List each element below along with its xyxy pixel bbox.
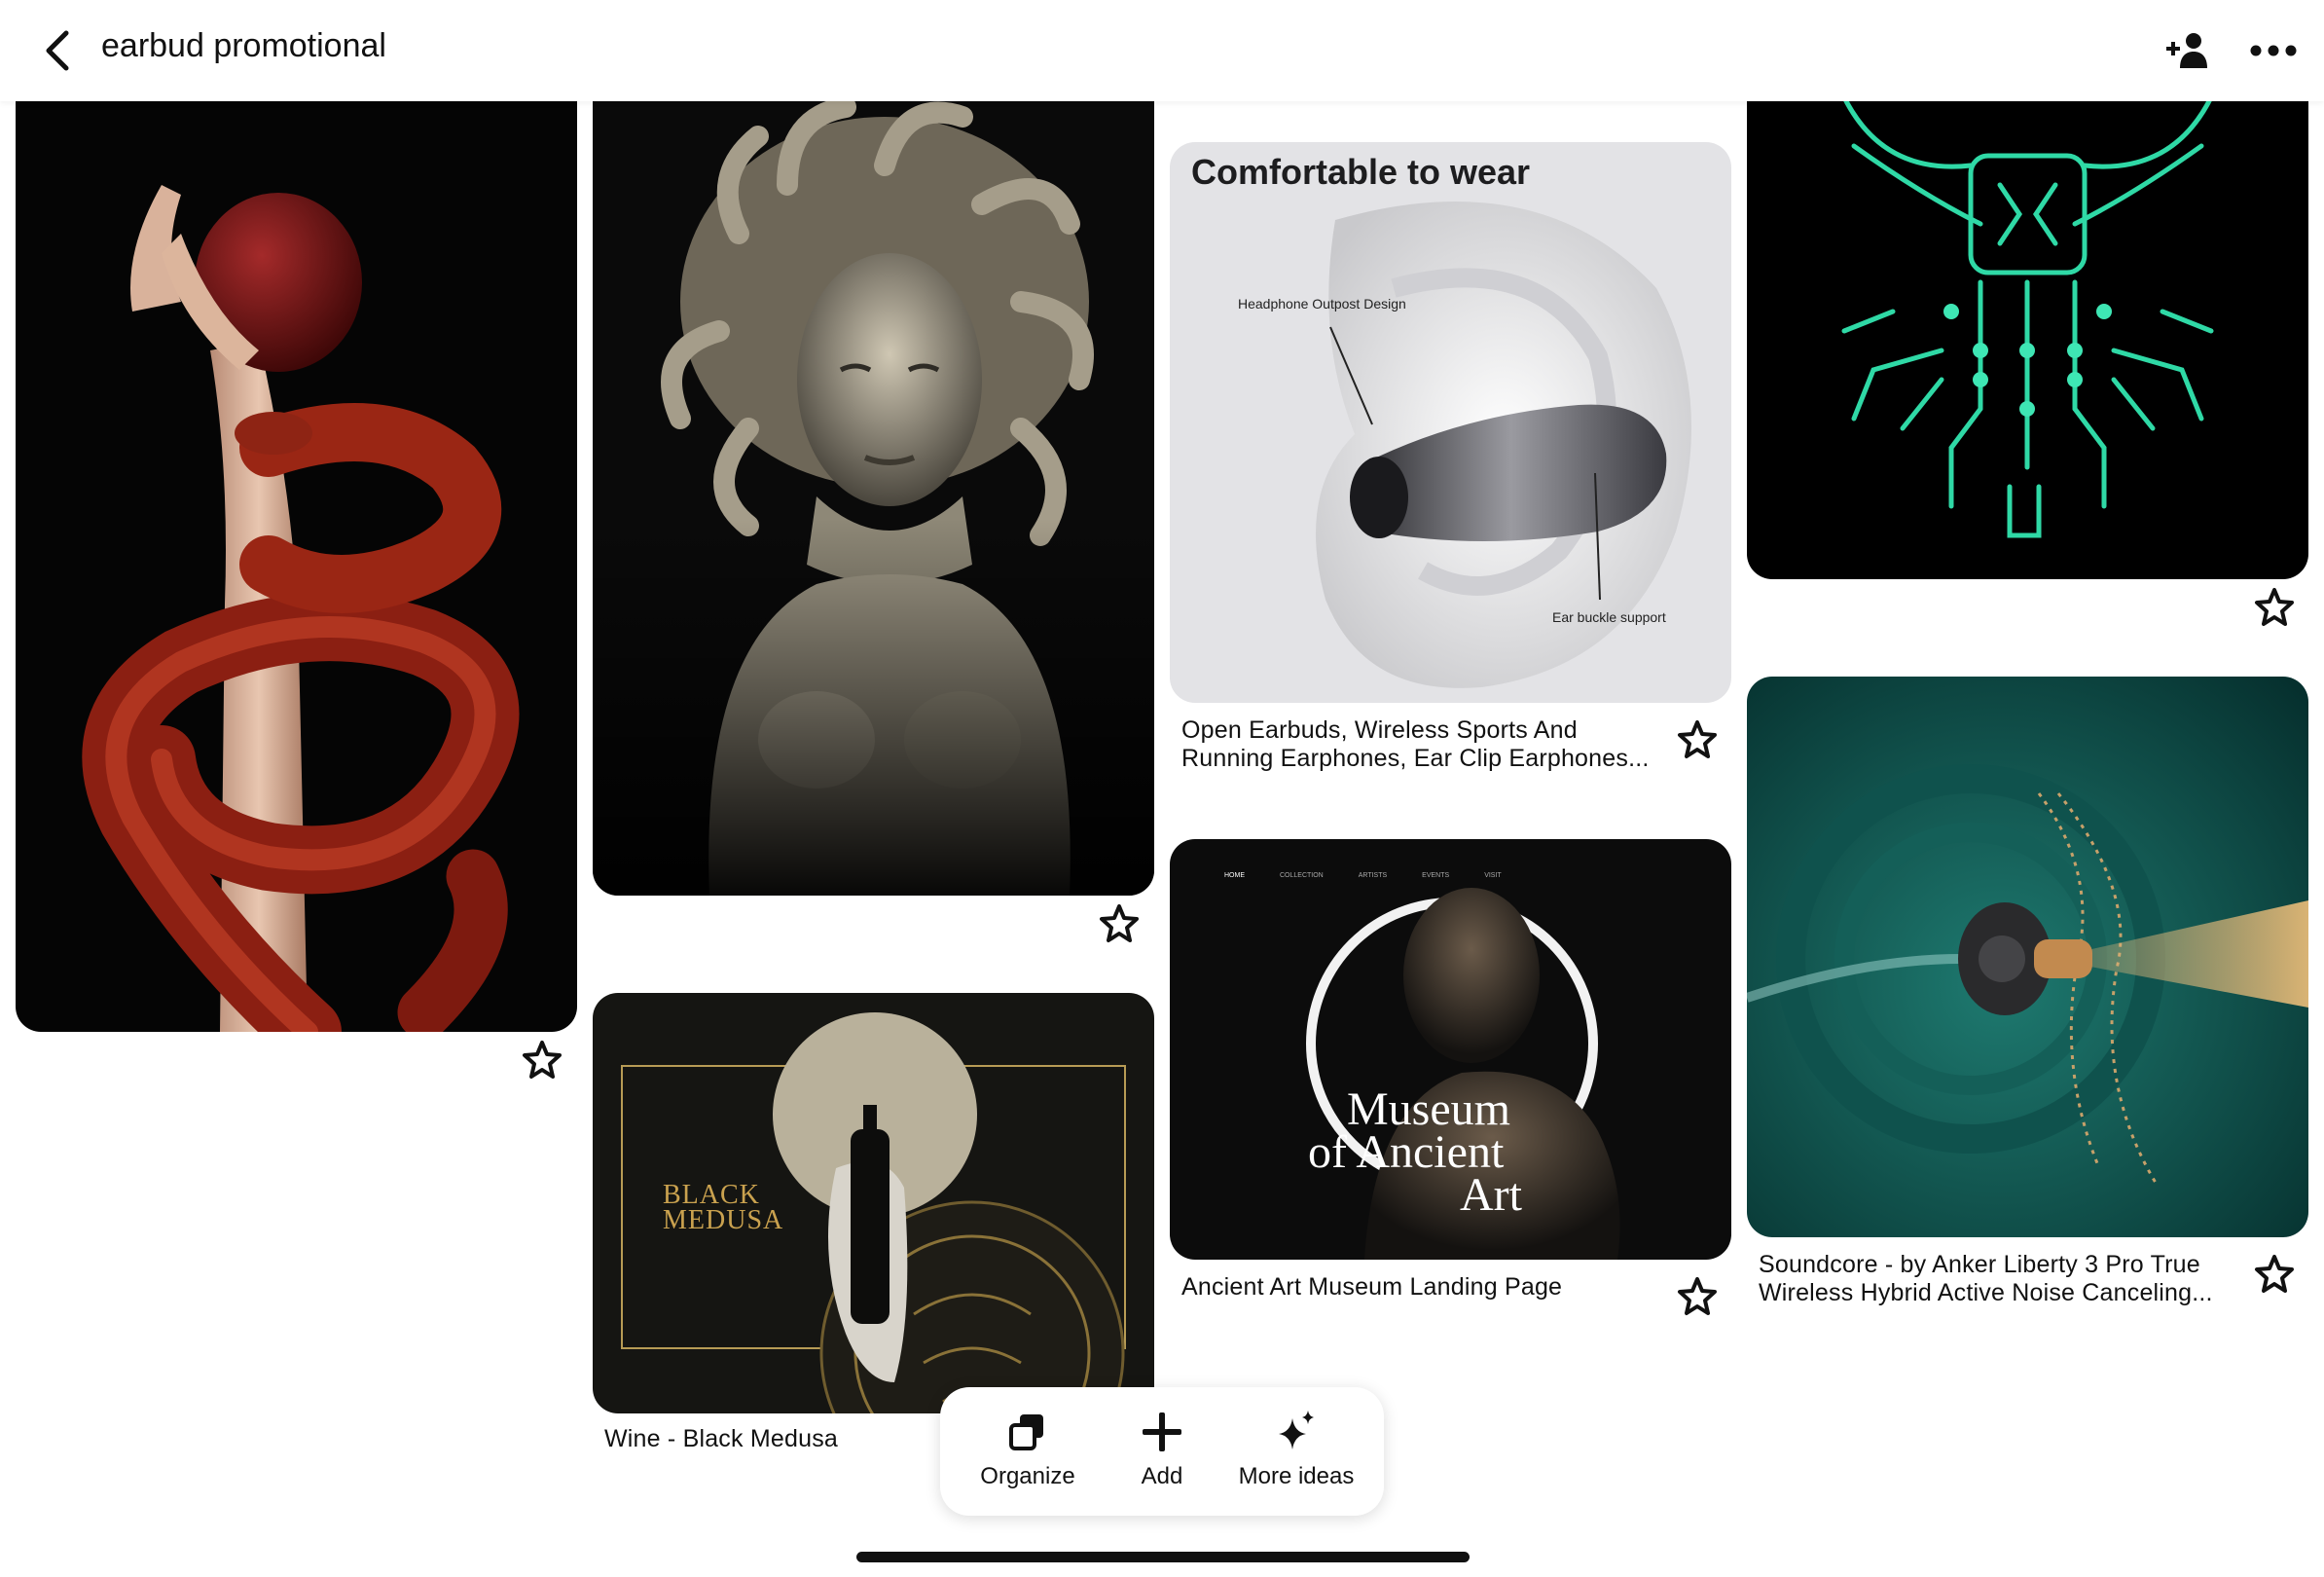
museum-nav-visit: VISIT: [1484, 872, 1502, 879]
pin-image: [16, 58, 577, 1032]
pin-snake-apple[interactable]: [16, 58, 577, 1032]
save-star-icon[interactable]: [2253, 1253, 2296, 1296]
save-star-icon[interactable]: [1676, 1275, 1719, 1318]
organize-button[interactable]: Organize: [960, 1387, 1096, 1516]
pin-title[interactable]: Soundcore - by Anker Liberty 3 Pro True …: [1759, 1251, 2245, 1307]
pin-image: [1747, 58, 2308, 579]
board-action-toolbar: Organize Add More ideas: [940, 1387, 1384, 1516]
pin-open-earbuds[interactable]: Comfortable to wear Headphone Outpost De…: [1170, 142, 1731, 703]
ellipsis-icon: [2250, 45, 2297, 56]
pin-title[interactable]: Ancient Art Museum Landing Page: [1181, 1273, 1668, 1302]
museum-nav-collection: COLLECTION: [1280, 872, 1324, 879]
more-ideas-label: More ideas: [1238, 1463, 1355, 1489]
museum-nav-artists: ARTISTS: [1358, 872, 1388, 879]
sparkle-icon: [1279, 1411, 1314, 1449]
add-button[interactable]: Add: [1094, 1387, 1230, 1516]
chevron-left-icon: [46, 30, 69, 71]
save-star-icon[interactable]: [1098, 902, 1141, 945]
back-button[interactable]: [35, 25, 84, 76]
museum-nav-home: HOME: [1224, 872, 1245, 879]
pin-heading-text: Comfortable to wear: [1191, 152, 1531, 192]
museum-art-title-line3: Art: [1460, 1169, 1522, 1221]
pin-circuit-totem[interactable]: [1747, 58, 2308, 579]
pin-soundcore-liberty[interactable]: [1747, 677, 2308, 1237]
pin-ancient-art-museum[interactable]: HOME COLLECTION ARTISTS EVENTS VISIT Mus…: [1170, 839, 1731, 1260]
pin-medusa-statue[interactable]: [593, 58, 1154, 896]
top-bar: earbud promotional: [0, 0, 2324, 101]
museum-nav: HOME COLLECTION ARTISTS EVENTS VISIT: [1224, 872, 1502, 879]
callout-top-text: Headphone Outpost Design: [1238, 296, 1406, 312]
save-star-icon[interactable]: [521, 1039, 563, 1082]
pin-image: [593, 58, 1154, 896]
add-label: Add: [1141, 1463, 1183, 1489]
home-indicator: [856, 1552, 1470, 1562]
more-options-button[interactable]: [2248, 27, 2299, 74]
organize-icon: [1009, 1414, 1043, 1450]
invite-collaborator-button[interactable]: [2164, 27, 2211, 74]
organize-label: Organize: [980, 1463, 1075, 1489]
save-star-icon[interactable]: [1676, 718, 1719, 761]
pin-title[interactable]: Open Earbuds, Wireless Sports And Runnin…: [1181, 716, 1668, 773]
callout-bottom-text: Ear buckle support: [1552, 609, 1666, 625]
add-person-icon: [2166, 33, 2207, 68]
plus-icon: [1143, 1412, 1181, 1451]
museum-nav-events: EVENTS: [1422, 872, 1450, 879]
save-star-icon[interactable]: [2253, 586, 2296, 629]
more-ideas-button[interactable]: More ideas: [1228, 1387, 1364, 1516]
wine-art-title-line2: MEDUSA: [663, 1205, 784, 1235]
pin-image: [1170, 839, 1731, 1260]
board-title: earbud promotional: [101, 27, 386, 64]
pin-image: [1747, 677, 2308, 1237]
pin-wine-black-medusa[interactable]: BLACK MEDUSA: [593, 993, 1154, 1413]
